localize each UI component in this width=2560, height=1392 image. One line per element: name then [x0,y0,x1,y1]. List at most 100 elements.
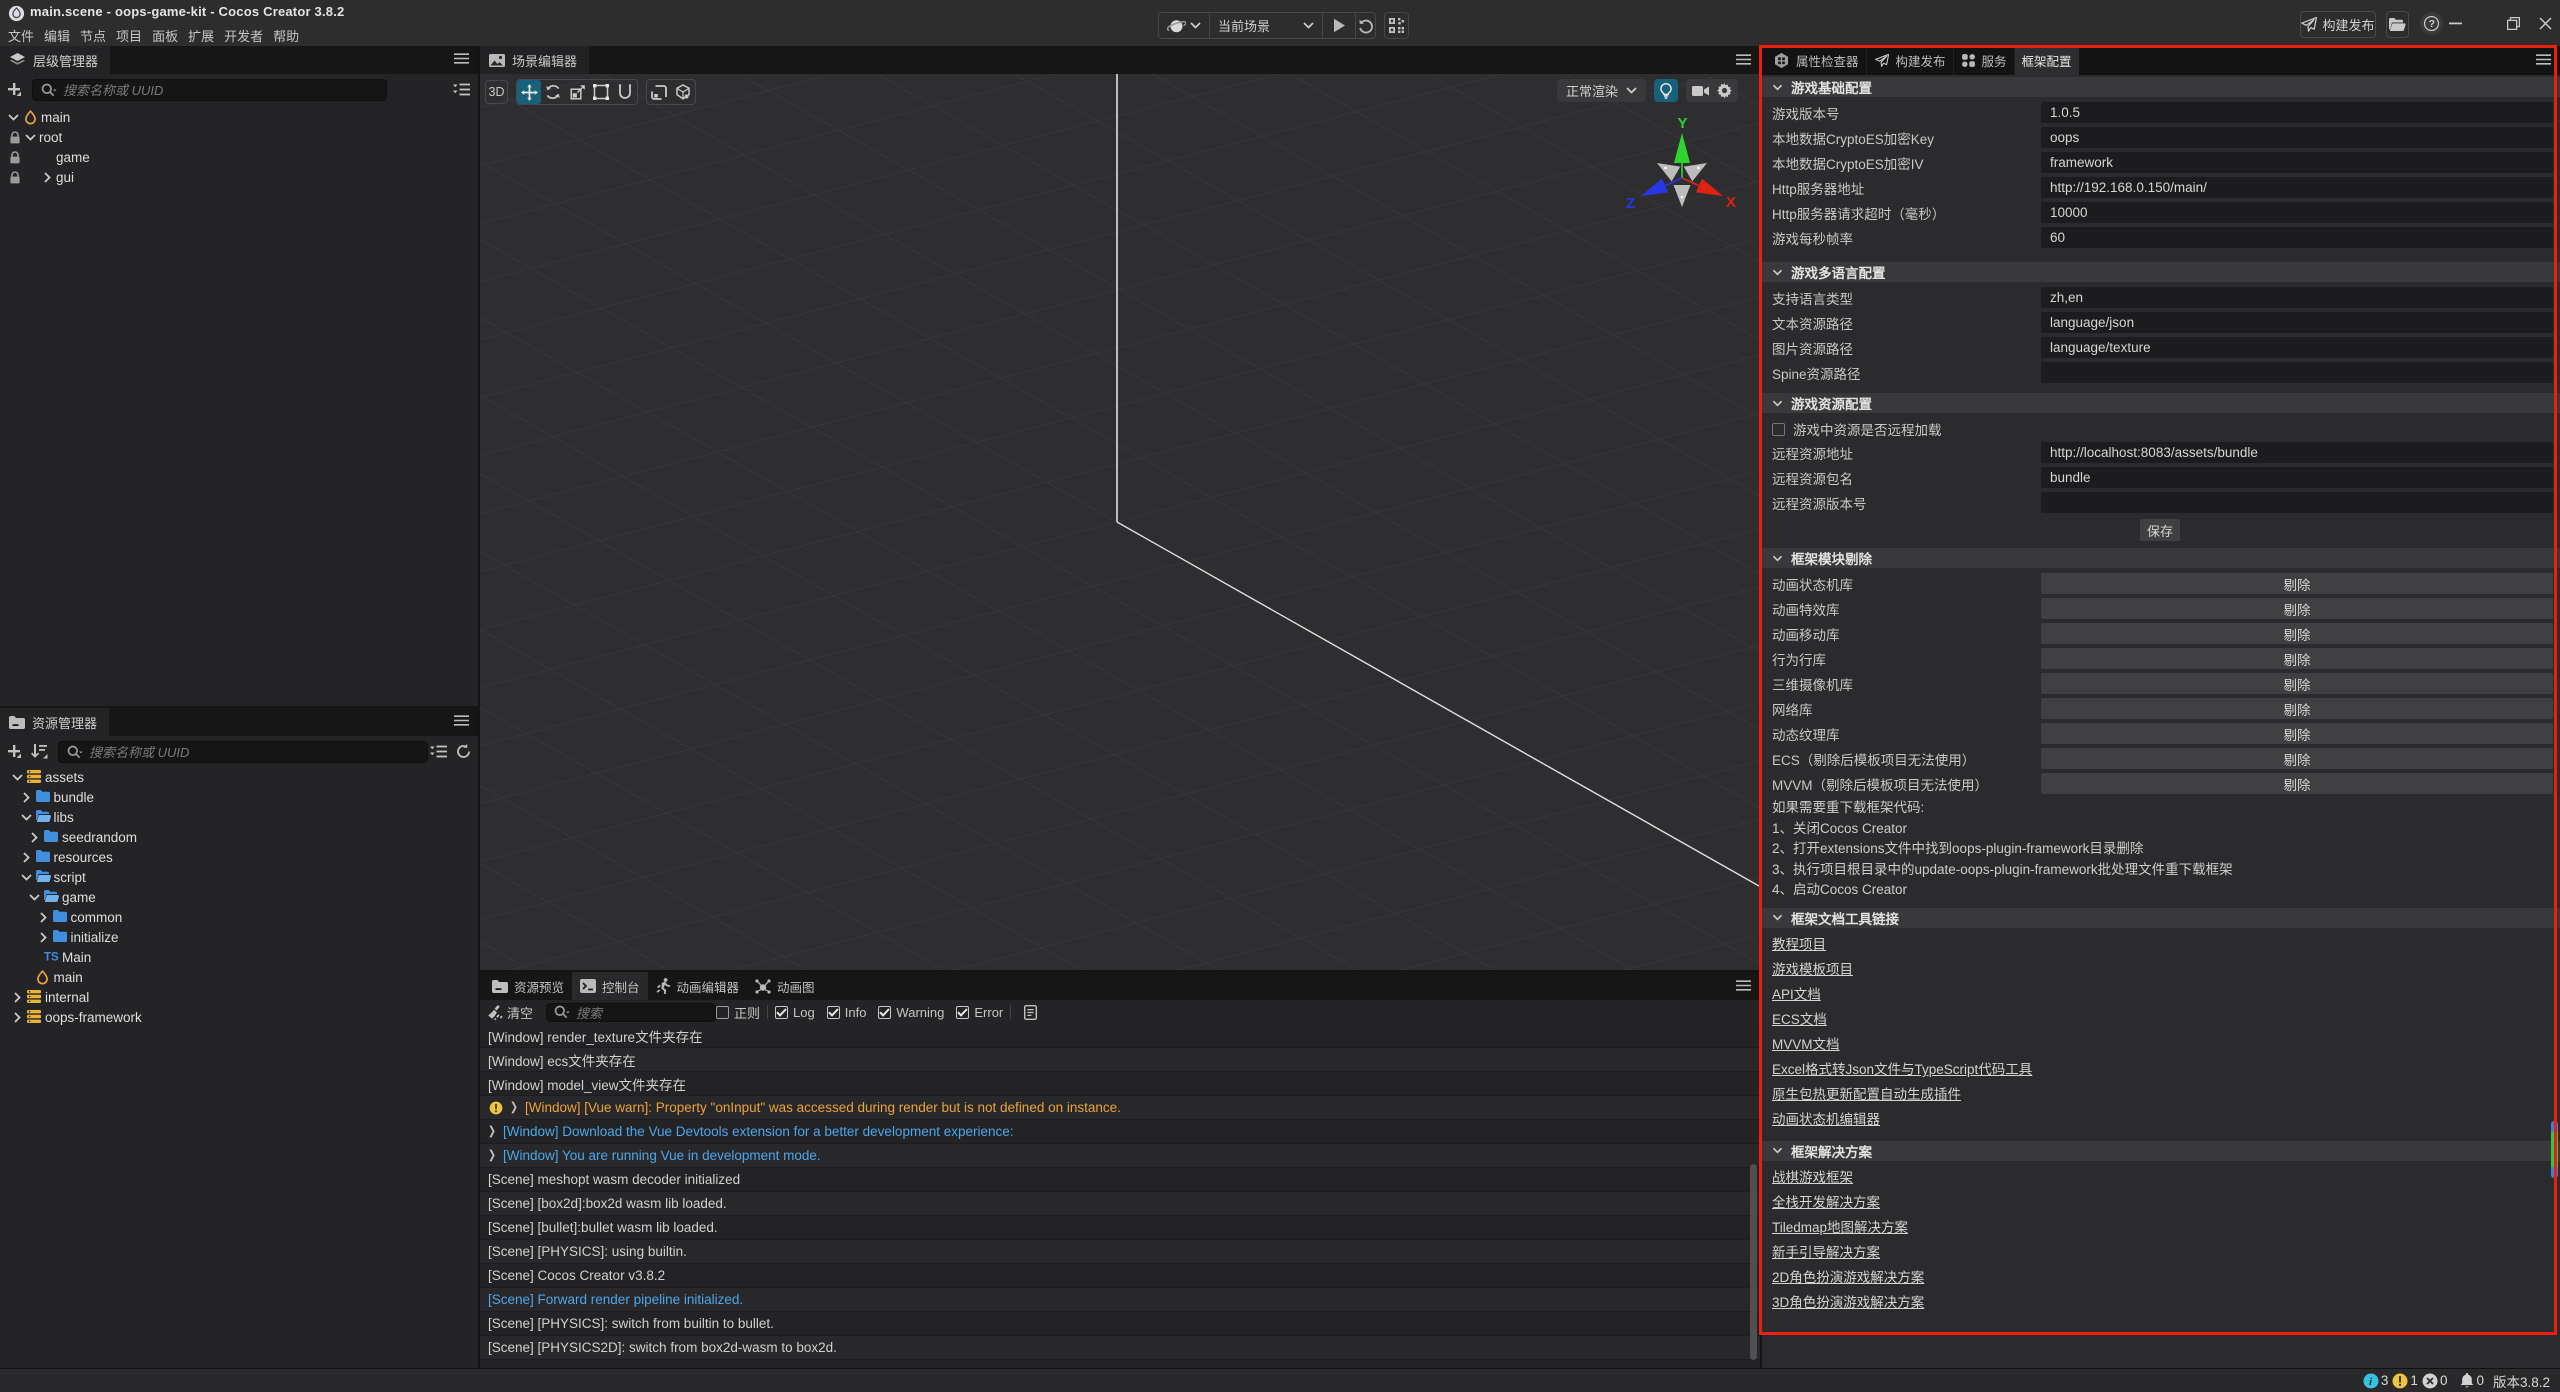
gizmo-mode-button[interactable] [671,80,695,104]
field-input[interactable]: 1.0.5 [2041,102,2553,123]
assets-node-oops-framework[interactable]: oops-framework [0,1007,478,1027]
log-row-6[interactable]: ❯[Window] You are running Vue in develop… [480,1144,1760,1168]
scene-settings-button[interactable] [1712,79,1736,102]
log-row-14[interactable]: [Scene] [PHYSICS2D]: switch from box2d-w… [480,1336,1760,1360]
chevron-down-icon[interactable] [29,894,40,901]
rect-tool-button[interactable] [589,80,613,104]
inspector-menu-icon[interactable] [2536,54,2551,65]
log-row-13[interactable]: [Scene] [PHYSICS]: switch from builtin t… [480,1312,1760,1336]
toggle-3d-button[interactable]: 3D [485,80,508,104]
hierarchy-panel-tab[interactable]: 层级管理器 [0,46,110,74]
window-maximize-button[interactable] [2506,17,2520,29]
scene-viewport[interactable]: 3D 正常渲染 YXZ [480,74,1760,970]
hierarchy-filter-icon[interactable] [453,83,470,96]
console-filter-正则[interactable]: 正则 [716,1003,760,1022]
field-input[interactable]: http://192.168.0.150/main/ [2041,177,2553,198]
log-expand-icon[interactable]: ❯ [488,1125,496,1139]
console-filter-Warning[interactable]: Warning [878,1005,944,1020]
console-filter-Log[interactable]: Log [775,1005,815,1020]
help-button[interactable]: ? [2420,12,2443,35]
chevron-right-icon[interactable] [14,1012,21,1023]
create-asset-button[interactable] [7,744,22,759]
console-menu-icon[interactable] [1736,980,1751,991]
field-input[interactable]: language/json [2041,312,2553,333]
menu-item-5[interactable]: 面板 [147,26,183,45]
remove-module-button[interactable]: 剔除 [2041,673,2553,694]
doc-link[interactable]: MVVM文档 [1772,1033,1840,1053]
chevron-right-icon[interactable] [23,792,30,803]
chevron-down-icon[interactable] [21,814,32,821]
console-tab-4[interactable]: 动画图 [747,972,823,1000]
log-row-8[interactable]: [Scene] [box2d]:box2d wasm lib loaded. [480,1192,1760,1216]
move-tool-button[interactable] [517,80,541,104]
assets-panel-tab[interactable]: 资源管理器 [0,708,109,736]
field-input[interactable]: bundle [2041,467,2553,488]
play-button[interactable] [1323,13,1356,38]
remove-module-button[interactable]: 剔除 [2041,623,2553,644]
checkbox-checked-icon[interactable] [878,1006,891,1019]
open-project-folder-button[interactable] [2386,11,2409,38]
field-input[interactable]: 60 [2041,227,2553,248]
section-header[interactable]: 游戏多语言配置 [1762,262,2560,282]
checkbox-checked-icon[interactable] [956,1006,969,1019]
chevron-down-icon[interactable] [12,774,23,781]
remove-module-button[interactable]: 剔除 [2041,598,2553,619]
sort-assets-button[interactable] [31,744,48,759]
window-minimize-button[interactable] [2448,17,2462,29]
assets-menu-icon[interactable] [454,715,469,726]
scene-select[interactable]: 当前场景 [1210,13,1323,38]
hierarchy-node-root[interactable]: root [0,127,478,147]
remove-module-button[interactable]: 剔除 [2041,698,2553,719]
remove-module-button[interactable]: 剔除 [2041,573,2553,594]
console-tab-2[interactable]: 控制台 [572,972,648,1000]
doc-link[interactable]: 教程项目 [1772,933,1826,953]
log-row-3[interactable]: [Window] model_view文件夹存在 [480,1072,1760,1096]
assets-node-Main[interactable]: TSMain [0,947,478,967]
chevron-right-icon[interactable] [23,852,30,863]
doc-link[interactable]: 游戏模板项目 [1772,958,1853,978]
doc-link[interactable]: Tiledmap地图解决方案 [1772,1216,1908,1236]
hierarchy-node-gui[interactable]: gui [0,167,478,187]
console-search-input[interactable]: 搜索 [546,1003,716,1022]
notification-count[interactable]: 0 [2460,1373,2484,1388]
log-row-11[interactable]: [Scene] Cocos Creator v3.8.2 [480,1264,1760,1288]
doc-link[interactable]: 全栈开发解决方案 [1772,1191,1880,1211]
remove-module-button[interactable]: 剔除 [2041,748,2553,769]
assets-filter-icon[interactable] [430,745,447,758]
error-count[interactable]: 0 [2422,1373,2448,1389]
console-tab-1[interactable]: 资源预览 [484,972,572,1000]
remove-module-button[interactable]: 剔除 [2041,773,2553,794]
inspector-tab-4[interactable]: 框架配置 [2015,46,2079,75]
create-node-button[interactable] [7,82,22,97]
log-row-10[interactable]: [Scene] [PHYSICS]: using builtin. [480,1240,1760,1264]
field-input[interactable]: 10000 [2041,202,2553,223]
assets-node-initialize[interactable]: initialize [0,927,478,947]
section-header[interactable]: 框架解决方案 [1762,1141,2560,1161]
scale-tool-button[interactable] [565,80,589,104]
menu-item-7[interactable]: 开发者 [219,26,268,45]
info-count[interactable]: i3 [2363,1373,2389,1389]
console-filter-Error[interactable]: Error [956,1005,1003,1020]
rotate-tool-button[interactable] [541,80,565,104]
field-input[interactable]: language/texture [2041,337,2553,358]
checkbox-empty-icon[interactable] [1772,423,1785,436]
chevron-down-icon[interactable] [21,874,32,881]
snap-config-button[interactable] [647,80,671,104]
assets-node-seedrandom[interactable]: seedrandom [0,827,478,847]
hierarchy-menu-icon[interactable] [454,53,469,64]
assets-node-assets[interactable]: assets [0,767,478,787]
chevron-right-icon[interactable] [14,992,21,1003]
menu-item-1[interactable]: 文件 [3,26,39,45]
save-button[interactable]: 保存 [2140,519,2180,541]
log-row-1[interactable]: [Window] render_texture文件夹存在 [480,1024,1760,1048]
clear-console-button[interactable]: 清空 [487,1003,533,1022]
chevron-down-icon[interactable] [25,134,36,141]
inspector-tab-2[interactable]: 构建发布 [1867,46,1954,75]
log-row-7[interactable]: [Scene] meshopt wasm decoder initialized [480,1168,1760,1192]
section-header[interactable]: 游戏基础配置 [1762,77,2560,97]
assets-node-resources[interactable]: resources [0,847,478,867]
console-scrollbar[interactable] [1750,1164,1757,1360]
doc-link[interactable]: 原生包热更新配置自动生成插件 [1772,1083,1961,1103]
section-header[interactable]: 框架文档工具链接 [1762,908,2560,928]
log-expand-icon[interactable]: ❯ [510,1101,518,1115]
